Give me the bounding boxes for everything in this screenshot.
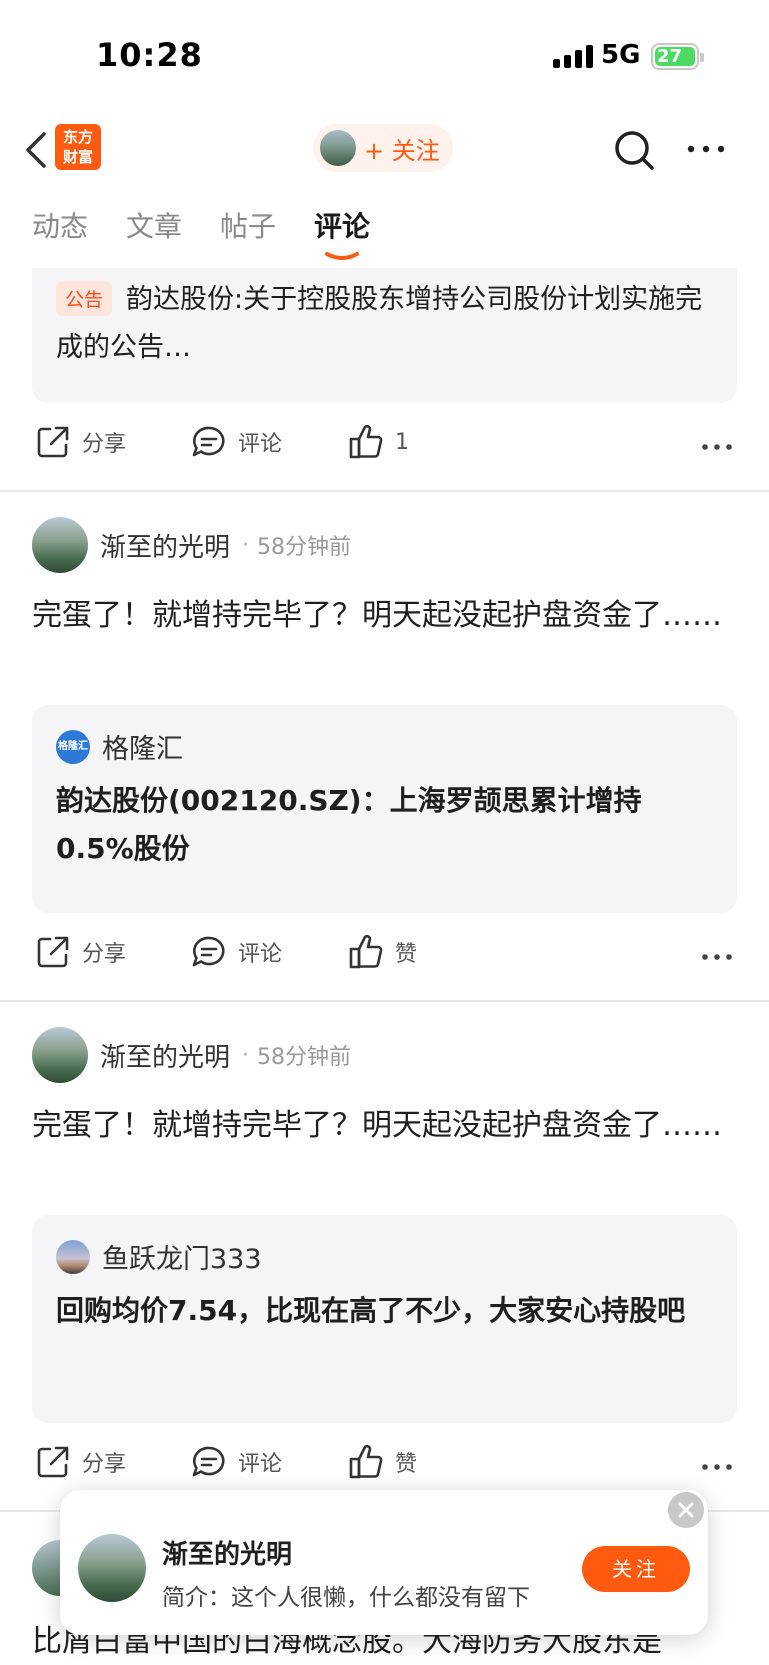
quoted-post-card[interactable]: 格隆汇 格隆汇 韵达股份(002120.SZ)：上海罗颉思累计增持0.5%股份 — [32, 705, 737, 913]
like-button[interactable]: 赞 — [347, 933, 417, 971]
more-icon[interactable] — [701, 1463, 733, 1471]
signal-icon — [553, 44, 593, 68]
more-icon[interactable] — [701, 443, 733, 451]
tab-posts[interactable]: 帖子 — [220, 205, 276, 265]
source-avatar — [56, 1239, 90, 1274]
tab-comments[interactable]: 评论 — [314, 205, 370, 265]
comment-label: 评论 — [238, 942, 283, 967]
share-label: 分享 — [82, 1452, 127, 1477]
post-header: 渐至的光明 · 58分钟前 — [32, 515, 351, 575]
quoted-post-card[interactable]: 鱼跃龙门333 回购均价7.54，比现在高了不少，大家安心持股吧 — [32, 1215, 737, 1423]
share-button[interactable]: 分享 — [34, 933, 126, 971]
like-label: 赞 — [395, 942, 418, 967]
comment-button[interactable]: 评论 — [190, 933, 282, 971]
share-icon — [37, 936, 69, 968]
comment-button[interactable]: 评论 — [190, 423, 282, 461]
comment-icon — [192, 1446, 225, 1477]
avatar[interactable] — [32, 517, 88, 573]
battery-icon: 27 — [651, 43, 704, 70]
source-avatar: 格隆汇 — [56, 729, 90, 764]
avatar[interactable] — [78, 1534, 146, 1602]
avatar — [320, 130, 356, 166]
quote-source: 格隆汇 格隆汇 — [56, 727, 183, 766]
network-type: 5G — [601, 40, 641, 70]
share-icon — [37, 426, 69, 458]
announcement-title[interactable]: 韵达股份:关于控股股东增持公司股份计划实施完成的公告… — [56, 276, 716, 372]
post-header: 渐至的光明 · 58分钟前 — [32, 1025, 351, 1085]
share-label: 分享 — [82, 942, 127, 967]
comment-label: 评论 — [238, 1452, 283, 1477]
comment-label: 评论 — [238, 432, 283, 457]
comment-icon — [192, 426, 225, 457]
share-button[interactable]: 分享 — [34, 1443, 126, 1481]
logo-text: 东方财富 — [62, 128, 93, 166]
thumbs-up-icon — [349, 424, 383, 459]
author-name[interactable]: 渐至的光明 — [100, 527, 230, 564]
follow-button[interactable]: 关注 — [582, 1546, 690, 1592]
close-icon[interactable] — [668, 1492, 704, 1528]
separator-dot: · — [242, 1042, 250, 1068]
like-label: 赞 — [395, 1452, 418, 1477]
follow-pill-button[interactable]: + 关注 — [313, 124, 453, 172]
quote-source: 鱼跃龙门333 — [56, 1237, 262, 1276]
post-time: 58分钟前 — [257, 1045, 352, 1070]
tab-articles[interactable]: 文章 — [126, 205, 182, 265]
action-bar: 分享 评论 赞 — [32, 1443, 737, 1493]
tab-active-indicator — [325, 252, 360, 260]
more-icon[interactable] — [686, 144, 726, 154]
post-text[interactable]: 完蛋了！就增持完毕了？明天起没起护盘资金了…… — [32, 592, 732, 640]
post-time: 58分钟前 — [257, 535, 352, 560]
avatar[interactable] — [32, 1027, 88, 1083]
source-name: 鱼跃龙门333 — [102, 1244, 262, 1275]
follow-popup: 渐至的光明 简介：这个人很懒，什么都没有留下 关注 — [60, 1490, 708, 1635]
battery-level: 27 — [657, 46, 683, 67]
back-icon[interactable] — [18, 128, 58, 172]
thumbs-up-icon — [349, 1444, 383, 1479]
status-bar: 10:28 5G 27 — [0, 0, 769, 100]
popup-author-name[interactable]: 渐至的光明 — [162, 1534, 292, 1571]
comment-button[interactable]: 评论 — [190, 1443, 282, 1481]
tab-dynamics[interactable]: 动态 — [32, 205, 88, 265]
source-name: 格隆汇 — [102, 734, 183, 765]
divider — [0, 490, 769, 492]
nav-bar: 东方财富 + 关注 — [0, 110, 769, 190]
action-bar: 分享 评论 赞 — [32, 933, 737, 983]
more-icon[interactable] — [701, 953, 733, 961]
author-name[interactable]: 渐至的光明 — [100, 1037, 230, 1074]
app-logo[interactable]: 东方财富 — [55, 124, 101, 170]
popup-bio: 简介：这个人很懒，什么都没有留下 — [162, 1585, 530, 1611]
share-button[interactable]: 分享 — [34, 423, 126, 461]
action-bar: 分享 评论 1 — [32, 423, 737, 473]
post-text[interactable]: 完蛋了！就增持完毕了？明天起没起护盘资金了…… — [32, 1102, 732, 1150]
status-time: 10:28 — [96, 36, 203, 74]
comment-icon — [192, 936, 225, 967]
follow-label: + 关注 — [364, 136, 440, 165]
like-button[interactable]: 赞 — [347, 1443, 417, 1481]
quote-text: 回购均价7.54，比现在高了不少，大家安心持股吧 — [56, 1294, 686, 1327]
divider — [0, 1000, 769, 1002]
separator-dot: · — [242, 532, 250, 558]
like-button[interactable]: 1 — [347, 423, 409, 461]
search-icon[interactable] — [612, 128, 656, 172]
share-label: 分享 — [82, 432, 127, 457]
share-icon — [37, 1446, 69, 1478]
quote-text: 韵达股份(002120.SZ)：上海罗颉思累计增持0.5%股份 — [56, 784, 642, 865]
tab-bar: 动态 文章 帖子 评论 — [32, 205, 370, 265]
like-count: 1 — [395, 429, 409, 455]
avatar[interactable] — [32, 1540, 62, 1596]
announcement-card[interactable]: 公告 韵达股份:关于控股股东增持公司股份计划实施完成的公告… — [32, 268, 737, 403]
thumbs-up-icon — [349, 934, 383, 969]
tab-comments-label: 评论 — [314, 210, 371, 243]
